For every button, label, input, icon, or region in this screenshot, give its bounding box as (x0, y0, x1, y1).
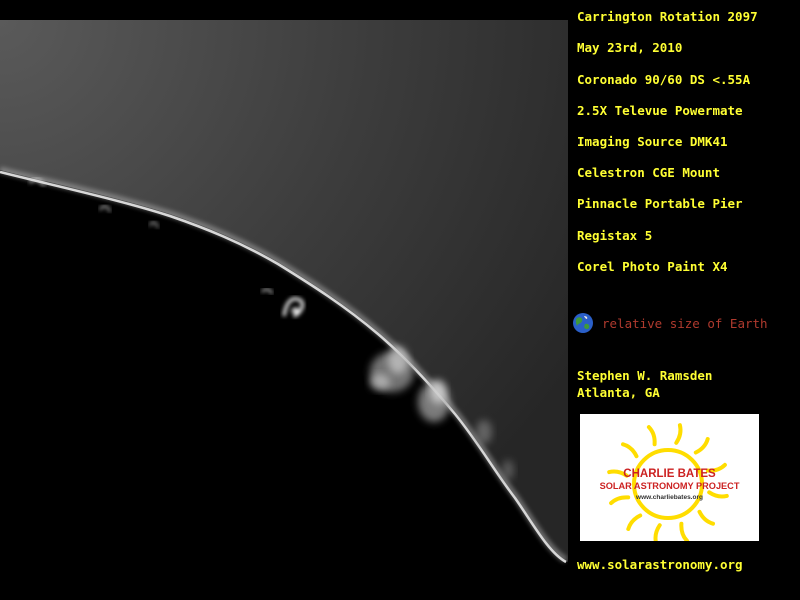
author-name: Stephen W. Ramsden (577, 368, 713, 383)
logo-url: www.charliebates.org (636, 494, 703, 501)
info-pier: Pinnacle Portable Pier (577, 196, 743, 211)
logo-line-1: CHARLIE BATES (623, 468, 716, 480)
info-camera: Imaging Source DMK41 (577, 134, 728, 149)
info-mount: Celestron CGE Mount (577, 165, 720, 180)
sun-ray (679, 521, 690, 541)
author-location: Atlanta, GA (577, 385, 660, 400)
solar-limb-image (0, 0, 568, 600)
info-powermate: 2.5X Televue Powermate (577, 103, 743, 118)
info-telescope: Coronado 90/60 DS <.55A (577, 72, 751, 87)
info-registax: Registax 5 (577, 228, 653, 243)
sun-ray (653, 523, 662, 541)
sun-ray (621, 442, 639, 459)
info-carrington-rotation: Carrington Rotation 2097 (577, 9, 758, 24)
info-software: Corel Photo Paint X4 (577, 259, 728, 274)
logo-line-2: SOLAR ASTRONOMY PROJECT (599, 481, 740, 491)
sun-ray (693, 437, 710, 455)
earth-scale-row: relative size of Earth (572, 312, 768, 334)
charlie-bates-logo: CHARLIE BATES SOLAR ASTRONOMY PROJECT ww… (580, 414, 759, 541)
sun-ray (646, 425, 657, 447)
earth-scale-label: relative size of Earth (602, 315, 768, 331)
sun-ray (626, 513, 643, 531)
website-link[interactable]: www.solarastronomy.org (577, 557, 743, 572)
sun-ray (674, 423, 683, 445)
earth-icon (573, 313, 593, 333)
info-date: May 23rd, 2010 (577, 40, 683, 55)
sun-ray (697, 509, 715, 526)
